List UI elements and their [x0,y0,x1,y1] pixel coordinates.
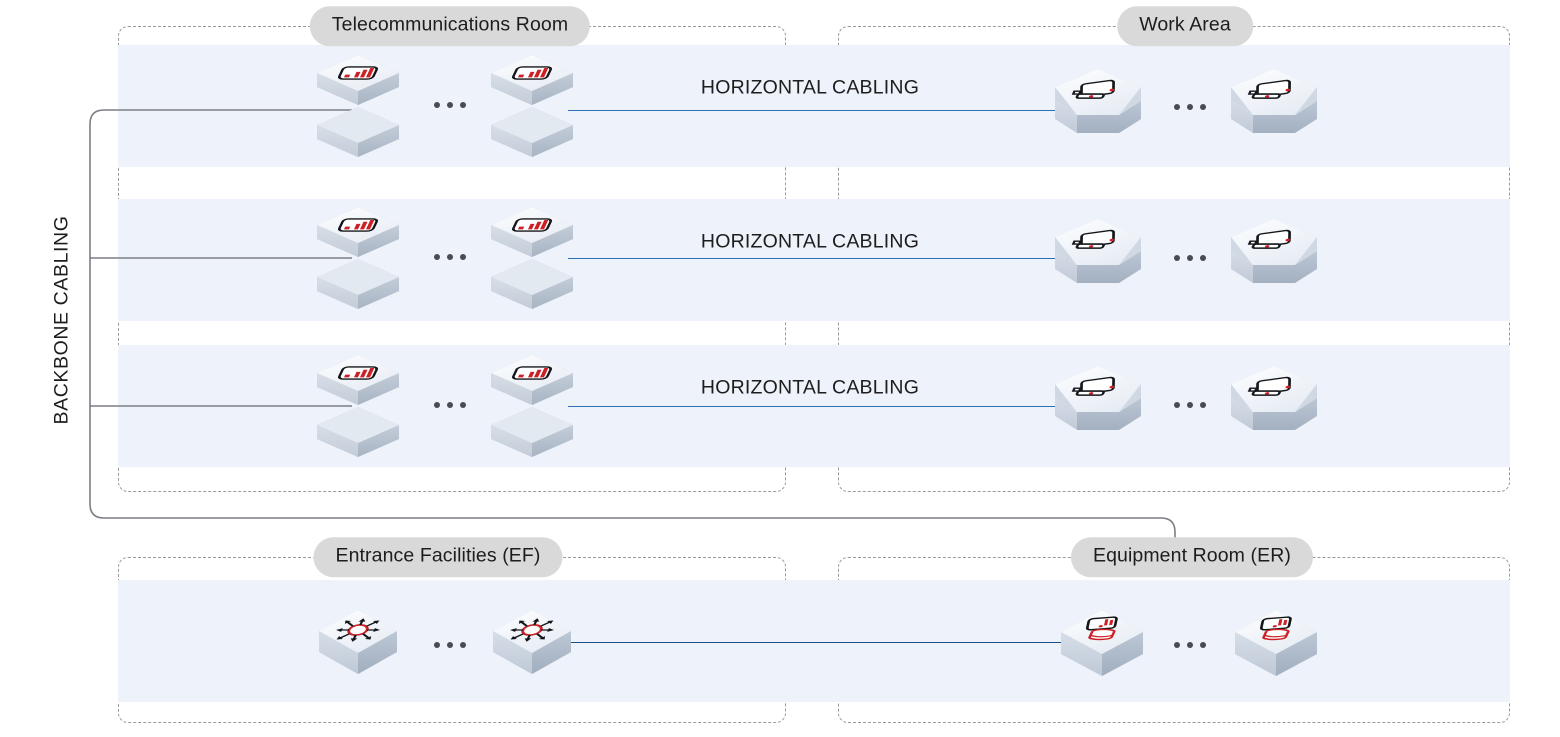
horizontal-cabling-label-row-1: HORIZONTAL CABLING [700,76,920,99]
ellipsis-work-area-row-1 [1174,104,1206,110]
device-workstation[interactable] [1227,65,1321,151]
device-network-hub[interactable] [315,604,401,680]
horizontal-cable-row-3 [568,406,1092,407]
ellipsis-telecom-row-2 [434,254,466,260]
backbone-cable-ef-to-er [568,642,1098,643]
device-network-switch[interactable] [315,53,401,157]
backbone-cabling-label: BACKBONE CABLING [50,215,73,425]
device-network-switch[interactable] [489,53,575,157]
device-network-switch[interactable] [489,353,575,457]
device-workstation[interactable] [1227,215,1321,301]
zone-label-work-area[interactable]: Work Area [1117,6,1253,46]
device-workstation[interactable] [1051,215,1145,301]
horizontal-cabling-label-row-2: HORIZONTAL CABLING [700,230,920,253]
ellipsis-equipment-room [1174,642,1206,648]
ellipsis-telecom-row-1 [434,102,466,108]
horizontal-cable-row-2 [568,258,1092,259]
cabling-topology-diagram: BACKBONE CABLING HORIZONTAL CABLING HORI… [0,0,1560,737]
ellipsis-entrance-facilities [434,642,466,648]
ellipsis-telecom-row-3 [434,402,466,408]
zone-label-entrance-facilities[interactable]: Entrance Facilities (EF) [313,537,563,577]
device-server[interactable] [1231,602,1321,682]
ellipsis-work-area-row-3 [1174,402,1206,408]
ellipsis-work-area-row-2 [1174,255,1206,261]
device-server[interactable] [1057,602,1147,682]
device-network-switch[interactable] [489,205,575,309]
device-workstation[interactable] [1051,65,1145,151]
device-network-switch[interactable] [315,353,401,457]
horizontal-cabling-label-row-3: HORIZONTAL CABLING [700,376,920,399]
device-network-hub[interactable] [489,604,575,680]
zone-label-equipment-room[interactable]: Equipment Room (ER) [1070,537,1314,577]
device-workstation[interactable] [1051,362,1145,448]
device-network-switch[interactable] [315,205,401,309]
device-workstation[interactable] [1227,362,1321,448]
horizontal-cable-row-1 [568,110,1092,111]
zone-label-telecom-room[interactable]: Telecommunications Room [309,6,591,46]
